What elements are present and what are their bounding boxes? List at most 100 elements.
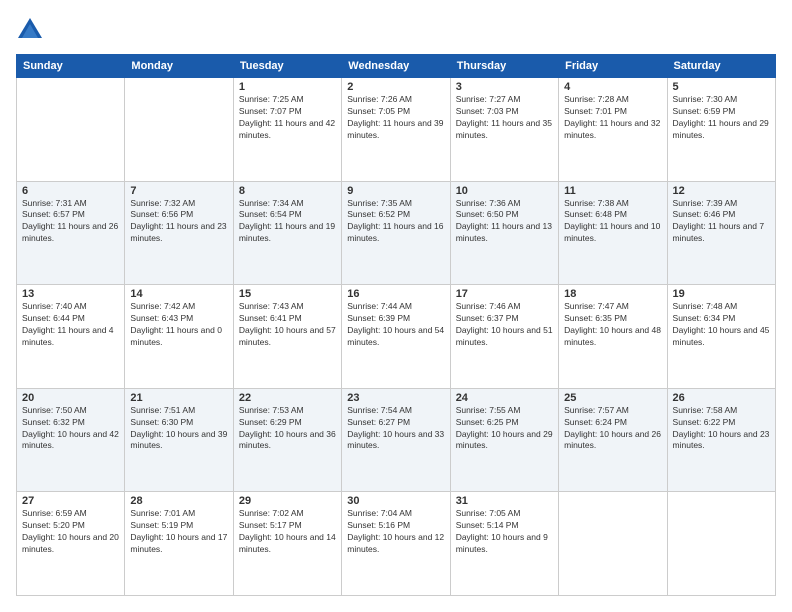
calendar-cell: 16Sunrise: 7:44 AM Sunset: 6:39 PM Dayli… [342, 285, 450, 389]
day-number: 3 [456, 81, 553, 93]
calendar-cell: 17Sunrise: 7:46 AM Sunset: 6:37 PM Dayli… [450, 285, 558, 389]
day-number: 12 [673, 185, 770, 197]
calendar-cell: 24Sunrise: 7:55 AM Sunset: 6:25 PM Dayli… [450, 388, 558, 492]
calendar-cell: 29Sunrise: 7:02 AM Sunset: 5:17 PM Dayli… [233, 492, 341, 596]
calendar-cell: 3Sunrise: 7:27 AM Sunset: 7:03 PM Daylig… [450, 78, 558, 182]
cell-content: Sunrise: 7:55 AM Sunset: 6:25 PM Dayligh… [456, 405, 553, 453]
day-number: 24 [456, 392, 553, 404]
cell-content: Sunrise: 7:40 AM Sunset: 6:44 PM Dayligh… [22, 301, 119, 349]
calendar-cell [667, 492, 775, 596]
calendar-cell: 21Sunrise: 7:51 AM Sunset: 6:30 PM Dayli… [125, 388, 233, 492]
cell-content: Sunrise: 7:51 AM Sunset: 6:30 PM Dayligh… [130, 405, 227, 453]
calendar-cell: 28Sunrise: 7:01 AM Sunset: 5:19 PM Dayli… [125, 492, 233, 596]
calendar-cell: 2Sunrise: 7:26 AM Sunset: 7:05 PM Daylig… [342, 78, 450, 182]
calendar-cell: 1Sunrise: 7:25 AM Sunset: 7:07 PM Daylig… [233, 78, 341, 182]
calendar-table: SundayMondayTuesdayWednesdayThursdayFrid… [16, 54, 776, 596]
logo [16, 16, 48, 44]
calendar-cell: 31Sunrise: 7:05 AM Sunset: 5:14 PM Dayli… [450, 492, 558, 596]
cell-content: Sunrise: 7:43 AM Sunset: 6:41 PM Dayligh… [239, 301, 336, 349]
weekday-header: Thursday [450, 55, 558, 78]
cell-content: Sunrise: 7:48 AM Sunset: 6:34 PM Dayligh… [673, 301, 770, 349]
calendar-page: SundayMondayTuesdayWednesdayThursdayFrid… [0, 0, 792, 612]
day-number: 7 [130, 185, 227, 197]
day-number: 2 [347, 81, 444, 93]
calendar-cell [559, 492, 667, 596]
weekday-header-row: SundayMondayTuesdayWednesdayThursdayFrid… [17, 55, 776, 78]
cell-content: Sunrise: 7:54 AM Sunset: 6:27 PM Dayligh… [347, 405, 444, 453]
weekday-header: Monday [125, 55, 233, 78]
calendar-cell: 18Sunrise: 7:47 AM Sunset: 6:35 PM Dayli… [559, 285, 667, 389]
calendar-cell: 7Sunrise: 7:32 AM Sunset: 6:56 PM Daylig… [125, 181, 233, 285]
cell-content: Sunrise: 7:47 AM Sunset: 6:35 PM Dayligh… [564, 301, 661, 349]
day-number: 31 [456, 495, 553, 507]
day-number: 20 [22, 392, 119, 404]
cell-content: Sunrise: 7:01 AM Sunset: 5:19 PM Dayligh… [130, 508, 227, 556]
day-number: 11 [564, 185, 661, 197]
calendar-cell: 4Sunrise: 7:28 AM Sunset: 7:01 PM Daylig… [559, 78, 667, 182]
cell-content: Sunrise: 7:25 AM Sunset: 7:07 PM Dayligh… [239, 94, 336, 142]
day-number: 17 [456, 288, 553, 300]
day-number: 30 [347, 495, 444, 507]
calendar-cell [125, 78, 233, 182]
calendar-week-row: 1Sunrise: 7:25 AM Sunset: 7:07 PM Daylig… [17, 78, 776, 182]
cell-content: Sunrise: 7:02 AM Sunset: 5:17 PM Dayligh… [239, 508, 336, 556]
cell-content: Sunrise: 6:59 AM Sunset: 5:20 PM Dayligh… [22, 508, 119, 556]
weekday-header: Tuesday [233, 55, 341, 78]
calendar-cell: 5Sunrise: 7:30 AM Sunset: 6:59 PM Daylig… [667, 78, 775, 182]
weekday-header: Wednesday [342, 55, 450, 78]
day-number: 10 [456, 185, 553, 197]
day-number: 9 [347, 185, 444, 197]
calendar-cell [17, 78, 125, 182]
cell-content: Sunrise: 7:32 AM Sunset: 6:56 PM Dayligh… [130, 198, 227, 246]
day-number: 26 [673, 392, 770, 404]
calendar-week-row: 13Sunrise: 7:40 AM Sunset: 6:44 PM Dayli… [17, 285, 776, 389]
cell-content: Sunrise: 7:42 AM Sunset: 6:43 PM Dayligh… [130, 301, 227, 349]
cell-content: Sunrise: 7:05 AM Sunset: 5:14 PM Dayligh… [456, 508, 553, 556]
cell-content: Sunrise: 7:44 AM Sunset: 6:39 PM Dayligh… [347, 301, 444, 349]
calendar-cell: 13Sunrise: 7:40 AM Sunset: 6:44 PM Dayli… [17, 285, 125, 389]
calendar-cell: 8Sunrise: 7:34 AM Sunset: 6:54 PM Daylig… [233, 181, 341, 285]
calendar-week-row: 6Sunrise: 7:31 AM Sunset: 6:57 PM Daylig… [17, 181, 776, 285]
weekday-header: Saturday [667, 55, 775, 78]
day-number: 19 [673, 288, 770, 300]
calendar-week-row: 27Sunrise: 6:59 AM Sunset: 5:20 PM Dayli… [17, 492, 776, 596]
calendar-cell: 26Sunrise: 7:58 AM Sunset: 6:22 PM Dayli… [667, 388, 775, 492]
header [16, 16, 776, 44]
cell-content: Sunrise: 7:38 AM Sunset: 6:48 PM Dayligh… [564, 198, 661, 246]
cell-content: Sunrise: 7:35 AM Sunset: 6:52 PM Dayligh… [347, 198, 444, 246]
day-number: 22 [239, 392, 336, 404]
day-number: 27 [22, 495, 119, 507]
calendar-cell: 20Sunrise: 7:50 AM Sunset: 6:32 PM Dayli… [17, 388, 125, 492]
cell-content: Sunrise: 7:58 AM Sunset: 6:22 PM Dayligh… [673, 405, 770, 453]
logo-icon [16, 16, 44, 44]
cell-content: Sunrise: 7:27 AM Sunset: 7:03 PM Dayligh… [456, 94, 553, 142]
calendar-week-row: 20Sunrise: 7:50 AM Sunset: 6:32 PM Dayli… [17, 388, 776, 492]
cell-content: Sunrise: 7:39 AM Sunset: 6:46 PM Dayligh… [673, 198, 770, 246]
calendar-cell: 14Sunrise: 7:42 AM Sunset: 6:43 PM Dayli… [125, 285, 233, 389]
calendar-cell: 10Sunrise: 7:36 AM Sunset: 6:50 PM Dayli… [450, 181, 558, 285]
calendar-cell: 12Sunrise: 7:39 AM Sunset: 6:46 PM Dayli… [667, 181, 775, 285]
day-number: 1 [239, 81, 336, 93]
cell-content: Sunrise: 7:04 AM Sunset: 5:16 PM Dayligh… [347, 508, 444, 556]
cell-content: Sunrise: 7:46 AM Sunset: 6:37 PM Dayligh… [456, 301, 553, 349]
day-number: 5 [673, 81, 770, 93]
day-number: 14 [130, 288, 227, 300]
cell-content: Sunrise: 7:50 AM Sunset: 6:32 PM Dayligh… [22, 405, 119, 453]
calendar-cell: 30Sunrise: 7:04 AM Sunset: 5:16 PM Dayli… [342, 492, 450, 596]
day-number: 8 [239, 185, 336, 197]
day-number: 21 [130, 392, 227, 404]
cell-content: Sunrise: 7:34 AM Sunset: 6:54 PM Dayligh… [239, 198, 336, 246]
day-number: 25 [564, 392, 661, 404]
cell-content: Sunrise: 7:26 AM Sunset: 7:05 PM Dayligh… [347, 94, 444, 142]
day-number: 6 [22, 185, 119, 197]
cell-content: Sunrise: 7:53 AM Sunset: 6:29 PM Dayligh… [239, 405, 336, 453]
calendar-cell: 22Sunrise: 7:53 AM Sunset: 6:29 PM Dayli… [233, 388, 341, 492]
calendar-cell: 23Sunrise: 7:54 AM Sunset: 6:27 PM Dayli… [342, 388, 450, 492]
day-number: 13 [22, 288, 119, 300]
weekday-header: Sunday [17, 55, 125, 78]
day-number: 29 [239, 495, 336, 507]
weekday-header: Friday [559, 55, 667, 78]
calendar-cell: 11Sunrise: 7:38 AM Sunset: 6:48 PM Dayli… [559, 181, 667, 285]
calendar-cell: 25Sunrise: 7:57 AM Sunset: 6:24 PM Dayli… [559, 388, 667, 492]
day-number: 16 [347, 288, 444, 300]
